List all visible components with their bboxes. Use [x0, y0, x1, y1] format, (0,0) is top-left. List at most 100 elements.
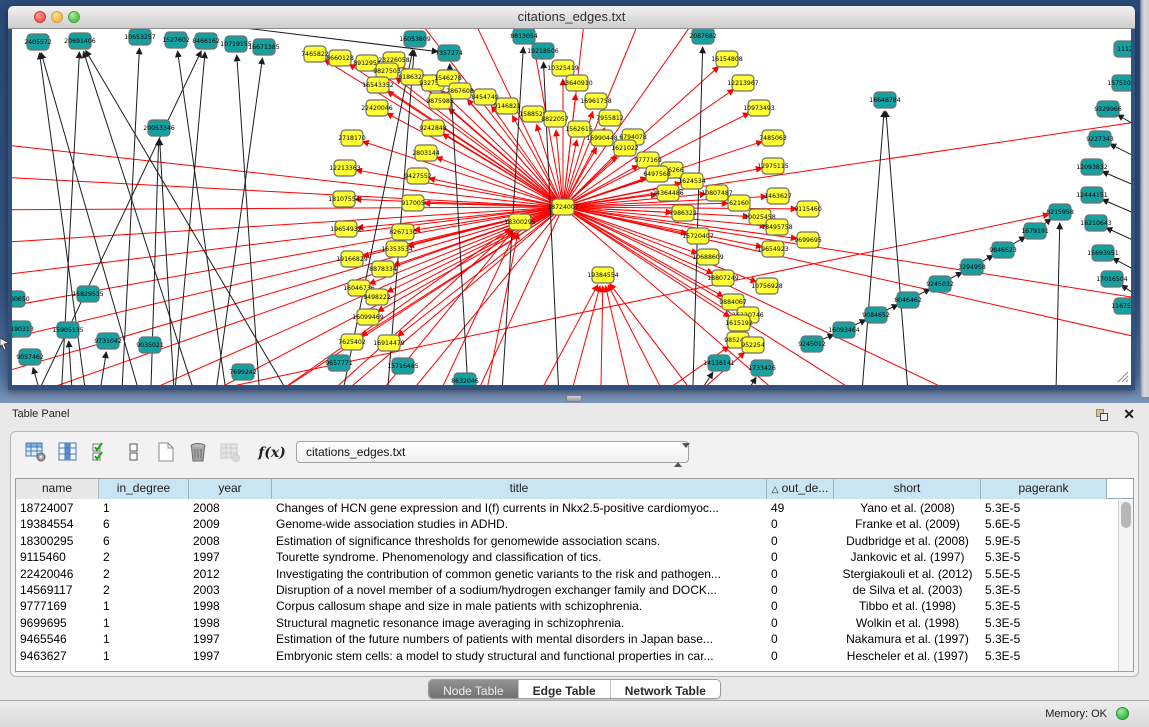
graph-edge[interactable] — [387, 207, 563, 292]
graph-node[interactable]: 19654932 — [330, 221, 362, 237]
graph-node[interactable]: 16093464 — [828, 322, 860, 338]
float-panel-icon[interactable] — [1096, 409, 1109, 421]
graph-edge[interactable] — [237, 55, 262, 385]
function-builder-button[interactable]: f(x) — [255, 440, 289, 466]
resize-grip-icon[interactable] — [1117, 371, 1129, 383]
graph-node[interactable]: 25260650 — [12, 291, 30, 307]
graph-node[interactable]: 2718170 — [338, 130, 366, 146]
graph-edge[interactable] — [1102, 171, 1131, 192]
network-canvas[interactable]: 1872400774658228660128891295423226058982… — [12, 29, 1131, 385]
graph-node[interactable]: 952254 — [741, 337, 765, 353]
graph-node[interactable]: 7986322 — [669, 205, 697, 221]
graph-node[interactable]: 1190313 — [12, 321, 34, 337]
graph-node[interactable]: 14136141 — [703, 355, 735, 371]
graph-edge[interactable] — [862, 111, 884, 385]
column-header-short[interactable]: short — [834, 479, 981, 499]
graph-node[interactable]: 16154808 — [711, 51, 743, 67]
graph-node[interactable]: 19384554 — [587, 267, 619, 283]
table-row[interactable]: 2242004622012Investigating the contribut… — [16, 566, 1118, 582]
graph-node[interactable]: 16961758 — [580, 93, 612, 109]
scrollbar-thumb[interactable] — [1121, 502, 1131, 528]
graph-node[interactable]: 18107554 — [328, 191, 360, 207]
graph-edge[interactable] — [700, 372, 713, 385]
graph-node[interactable]: 22420046 — [361, 100, 393, 116]
graph-node[interactable]: 10756928 — [751, 278, 783, 294]
graph-node[interactable]: 16914479 — [373, 335, 405, 351]
graph-node[interactable]: 9084652 — [862, 307, 890, 323]
graph-node[interactable]: 19218506 — [527, 43, 559, 59]
graph-node[interactable]: 7625402 — [338, 334, 366, 350]
graph-node[interactable]: 15751074 — [1107, 75, 1131, 91]
graph-edge[interactable] — [480, 233, 518, 385]
graph-node[interactable]: 16353534 — [381, 241, 413, 257]
graph-node[interactable]: 9227343 — [1086, 131, 1114, 147]
graph-node[interactable]: 9427552 — [404, 168, 432, 184]
graph-node[interactable]: 12213967 — [727, 75, 759, 91]
graph-node[interactable]: 9657771 — [325, 355, 353, 371]
graph-node[interactable]: 10973493 — [743, 100, 775, 116]
graph-node[interactable]: 1624534 — [678, 173, 706, 189]
table-row[interactable]: 911546021997Tourette syndrome. Phenomeno… — [16, 549, 1118, 565]
graph-node[interactable]: 15905135 — [52, 322, 84, 338]
graph-node[interactable]: 19166829 — [336, 251, 368, 267]
graph-node[interactable]: 1167533 — [1111, 298, 1131, 314]
graph-node[interactable]: 19654923 — [757, 241, 789, 257]
graph-node[interactable]: 16210643 — [1080, 215, 1112, 231]
graph-node[interactable]: 20053346 — [143, 120, 175, 136]
table-row[interactable]: 1456911722003Disruption of a novel membe… — [16, 582, 1118, 598]
graph-node[interactable]: 2087682 — [689, 29, 717, 44]
column-header-pagerank[interactable]: pagerank — [981, 479, 1107, 499]
table-scrollbar[interactable] — [1118, 500, 1133, 671]
graph-edge[interactable] — [86, 50, 310, 385]
graph-node[interactable]: 6497568 — [643, 166, 671, 182]
graph-node[interactable]: 10688609 — [692, 249, 724, 265]
graph-node[interactable]: 13640910 — [561, 75, 593, 91]
graph-node[interactable]: 8466162 — [192, 33, 220, 49]
graph-node[interactable]: 8215958 — [1046, 204, 1074, 220]
graph-node[interactable]: 2405572 — [24, 34, 52, 50]
table-options-button[interactable] — [23, 440, 49, 466]
graph-node[interactable]: 7465822 — [301, 46, 329, 62]
graph-node[interactable]: 10719155 — [220, 36, 252, 52]
close-panel-icon[interactable]: ✕ — [1123, 406, 1135, 423]
table-row[interactable]: 1938455462009Genome-wide association stu… — [16, 516, 1118, 532]
graph-node[interactable]: 15693951 — [1087, 245, 1119, 261]
graph-node[interactable]: 8267130 — [389, 224, 417, 240]
graph-edge[interactable] — [600, 286, 603, 385]
tab-network-table[interactable]: Network Table — [610, 680, 720, 699]
graph-node[interactable]: 9057462 — [16, 349, 44, 365]
graph-node[interactable]: 12444151 — [1076, 187, 1108, 203]
network-graph[interactable]: 1872400774658228660128891295423226058982… — [12, 29, 1131, 385]
graph-node[interactable]: 1527602 — [162, 32, 190, 48]
graph-node[interactable]: 24364486 — [652, 185, 684, 201]
graph-node[interactable]: 7485063 — [759, 130, 787, 146]
graph-node[interactable]: 15829535 — [72, 286, 104, 302]
column-header-name[interactable]: name — [16, 479, 99, 499]
graph-node[interactable]: 18807249 — [707, 270, 739, 286]
table-selector-dropdown[interactable]: citations_edges.txt — [296, 441, 689, 463]
graph-node[interactable]: 16671385 — [248, 39, 280, 55]
table-row[interactable]: 977716911998Corpus callosum shape and si… — [16, 598, 1118, 614]
graph-edge[interactable] — [1110, 144, 1131, 164]
tab-edge-table[interactable]: Edge Table — [518, 680, 610, 699]
graph-node[interactable]: 9242848 — [419, 120, 447, 136]
graph-edge[interactable] — [520, 285, 598, 385]
graph-node[interactable]: 9245032 — [926, 276, 954, 292]
graph-node[interactable]: 8878334 — [369, 261, 397, 277]
show-columns-button[interactable] — [55, 440, 81, 466]
graph-node[interactable]: 8813054 — [510, 29, 538, 44]
table-row[interactable]: 1872400712008Changes of HCN gene express… — [16, 500, 1118, 516]
graph-node[interactable]: 16543352 — [362, 77, 394, 93]
graph-edge[interactable] — [33, 368, 40, 385]
table-row[interactable]: 969969511998Structural magnetic resonanc… — [16, 615, 1118, 631]
graph-node[interactable]: 1112 — [1114, 41, 1131, 57]
graph-edge[interactable] — [742, 377, 756, 385]
graph-node[interactable]: 9875985 — [426, 93, 454, 109]
table-row[interactable]: 946554611997Estimation of the future num… — [16, 631, 1118, 647]
graph-node[interactable]: 12975115 — [757, 158, 789, 174]
tab-node-table[interactable]: Node Table — [429, 680, 518, 699]
graph-node[interactable]: 7699242 — [229, 364, 257, 380]
graph-node[interactable]: 8822057 — [541, 111, 569, 127]
graph-edge[interactable] — [560, 286, 600, 385]
graph-node[interactable]: 2803144 — [412, 145, 440, 161]
